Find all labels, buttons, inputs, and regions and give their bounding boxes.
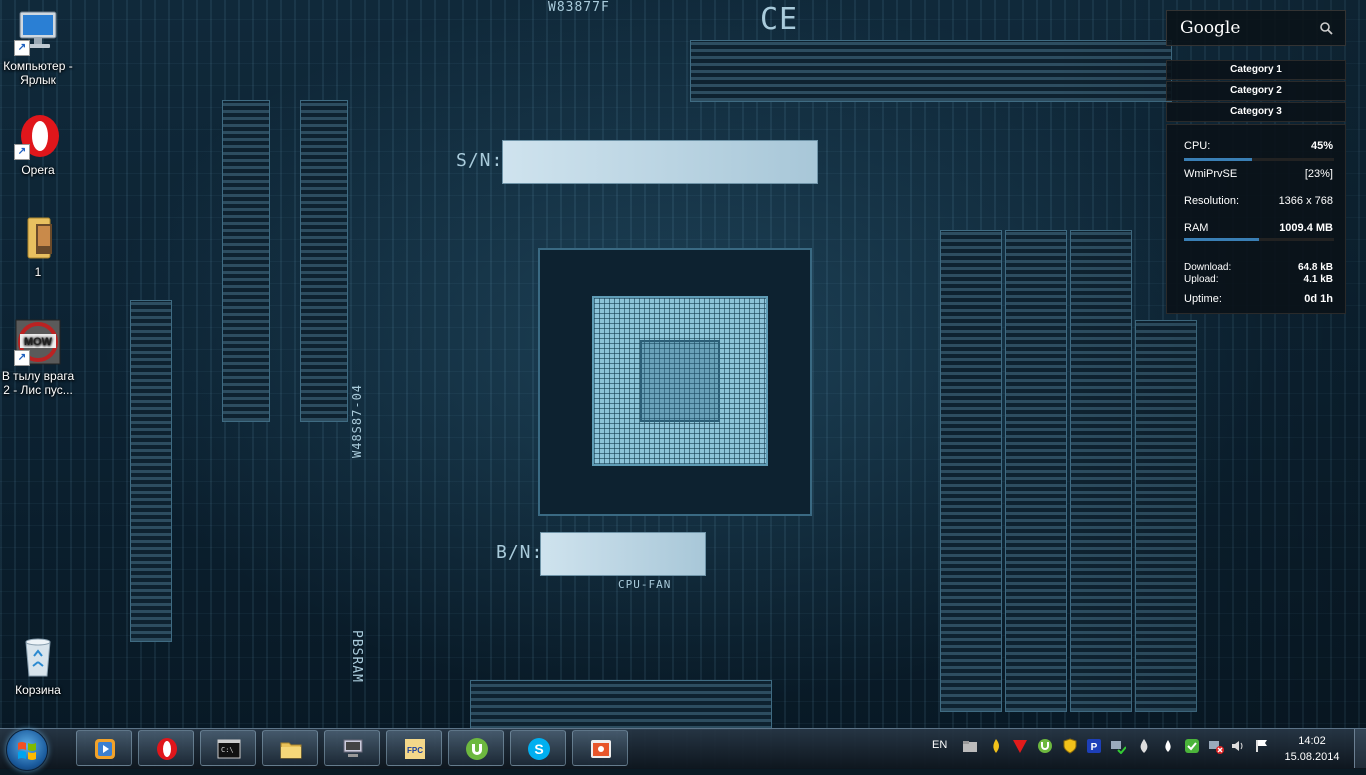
clock-date: 15.08.2014: [1284, 751, 1340, 763]
svg-text:MOW: MOW: [24, 336, 53, 348]
computer-icon: [343, 739, 363, 757]
action-center-icon[interactable]: [1254, 738, 1270, 754]
download-value: 64.8 kB: [1297, 262, 1333, 273]
taskbar-button-command-prompt[interactable]: C:\: [200, 730, 256, 766]
taskbar-button-explorer[interactable]: [262, 730, 318, 766]
shield-tray-icon[interactable]: [1062, 738, 1078, 754]
system-clock[interactable]: 14:02 15.08.2014: [1282, 733, 1342, 765]
svg-text:C:\: C:\: [221, 746, 234, 754]
process-label: WmiPrvSE: [1184, 168, 1238, 180]
desktop-icon-label: Корзина: [15, 683, 61, 697]
process-value: [23%]: [1304, 168, 1333, 180]
google-title: Google: [1180, 18, 1241, 38]
desktop-icon-opera[interactable]: ↗ Opera: [0, 112, 76, 177]
volume-icon[interactable]: [1230, 738, 1246, 754]
computer-icon: ↗: [14, 8, 62, 56]
desktop-icon-label: 1: [34, 265, 42, 279]
category-1-button[interactable]: Category 1: [1166, 60, 1346, 80]
desktop-icon-recycle-bin[interactable]: Корзина: [0, 632, 76, 697]
taskbar-button-fpc[interactable]: FPC: [386, 730, 442, 766]
show-desktop-button[interactable]: [1354, 729, 1366, 768]
green-app-tray-icon[interactable]: [1184, 738, 1200, 754]
cpu-label: CPU:: [1184, 140, 1211, 152]
antivirus-tray-icon[interactable]: [1012, 738, 1028, 754]
folder-tray-icon[interactable]: [962, 738, 978, 754]
drop-tray-icon[interactable]: [1136, 738, 1152, 754]
opera-icon: [157, 738, 177, 760]
skype-icon: S: [528, 738, 550, 760]
start-button[interactable]: [6, 729, 48, 771]
download-label: Download:: [1184, 262, 1232, 273]
upload-label: Upload:: [1184, 274, 1219, 285]
uptime-label: Uptime:: [1184, 293, 1222, 305]
uptime-value: 0d 1h: [1304, 293, 1333, 305]
p-tray-icon[interactable]: P: [1086, 738, 1102, 754]
cpu-meter: [1184, 158, 1334, 161]
media-player-icon: [95, 739, 115, 759]
recycle-bin-icon: [14, 632, 62, 680]
svg-text:S: S: [534, 741, 543, 757]
desktop-wallpaper: S/N: B/N: CE W83877F CPU-FAN PBSRAM W48S…: [0, 0, 1366, 768]
ram-value: 1009.4 MB: [1279, 222, 1333, 234]
desktop-icon-label: Opera: [21, 163, 55, 177]
wallpaper-chip-label: W83877F: [548, 0, 610, 15]
resolution-value: 1366 x 768: [1278, 195, 1333, 207]
taskbar-button-device-manager[interactable]: [324, 730, 380, 766]
flame-tray-icon[interactable]: [988, 738, 1004, 754]
ram-label: RAM: [1184, 222, 1209, 234]
clock-time: 14:02: [1298, 735, 1326, 747]
desktop-icon-label: Компьютер - Ярлык: [3, 59, 73, 87]
category-3-button[interactable]: Category 3: [1166, 102, 1346, 122]
google-search-gadget[interactable]: Google: [1166, 10, 1346, 46]
svg-text:FPC: FPC: [407, 746, 423, 755]
folder-icon: [280, 742, 302, 759]
wallpaper-bn-label: B/N:: [496, 542, 544, 563]
taskbar-button-skype[interactable]: S: [510, 730, 566, 766]
desktop-icon-folder-1[interactable]: 1: [0, 214, 76, 279]
orange-app-icon: [591, 740, 611, 758]
utorrent-tray-icon[interactable]: [1037, 738, 1053, 754]
utorrent-icon: [466, 738, 488, 760]
network-ok-tray-icon[interactable]: [1110, 738, 1126, 754]
desktop-icon-computer[interactable]: ↗ Компьютер - Ярлык: [0, 8, 76, 87]
ram-meter: [1184, 238, 1334, 241]
game-icon: MOW ↗: [14, 318, 62, 366]
wallpaper-ce-mark: CE: [760, 2, 799, 37]
taskbar-button-utorrent[interactable]: [448, 730, 504, 766]
taskbar-button-app[interactable]: [572, 730, 628, 766]
cpu-value: 45%: [1310, 140, 1333, 152]
upload-value: 4.1 kB: [1303, 274, 1333, 285]
wallpaper-pbsram-label: PBSRAM: [349, 630, 364, 683]
wallpaper-w48-label: W48S87-04: [350, 383, 364, 458]
desktop-icon-label: В тылу врага 2 - Лис пус...: [1, 369, 75, 397]
wallpaper-cpu-fan-label: CPU-FAN: [618, 578, 672, 591]
svg-text:P: P: [1091, 742, 1098, 753]
system-monitor-gadget: CPU: 45% WmiPrvSE [23%] Resolution: 1366…: [1166, 124, 1346, 314]
language-indicator[interactable]: EN: [932, 739, 947, 751]
folder-icon: [14, 214, 62, 262]
taskbar-button-opera[interactable]: [138, 730, 194, 766]
cmd-icon: C:\: [217, 739, 241, 759]
resolution-label: Resolution:: [1184, 195, 1240, 207]
search-icon[interactable]: [1319, 21, 1333, 35]
desktop-icon-game[interactable]: MOW ↗ В тылу врага 2 - Лис пус...: [0, 318, 76, 397]
wallpaper-sn-label: S/N:: [456, 150, 504, 171]
opera-icon: ↗: [14, 112, 62, 160]
drop-tray-icon-2[interactable]: [1160, 738, 1176, 754]
network-error-tray-icon[interactable]: [1208, 738, 1224, 754]
category-2-button[interactable]: Category 2: [1166, 81, 1346, 101]
taskbar-button-media-player[interactable]: [76, 730, 132, 766]
fpc-icon: FPC: [405, 739, 425, 759]
windows-start-icon: [18, 742, 36, 760]
